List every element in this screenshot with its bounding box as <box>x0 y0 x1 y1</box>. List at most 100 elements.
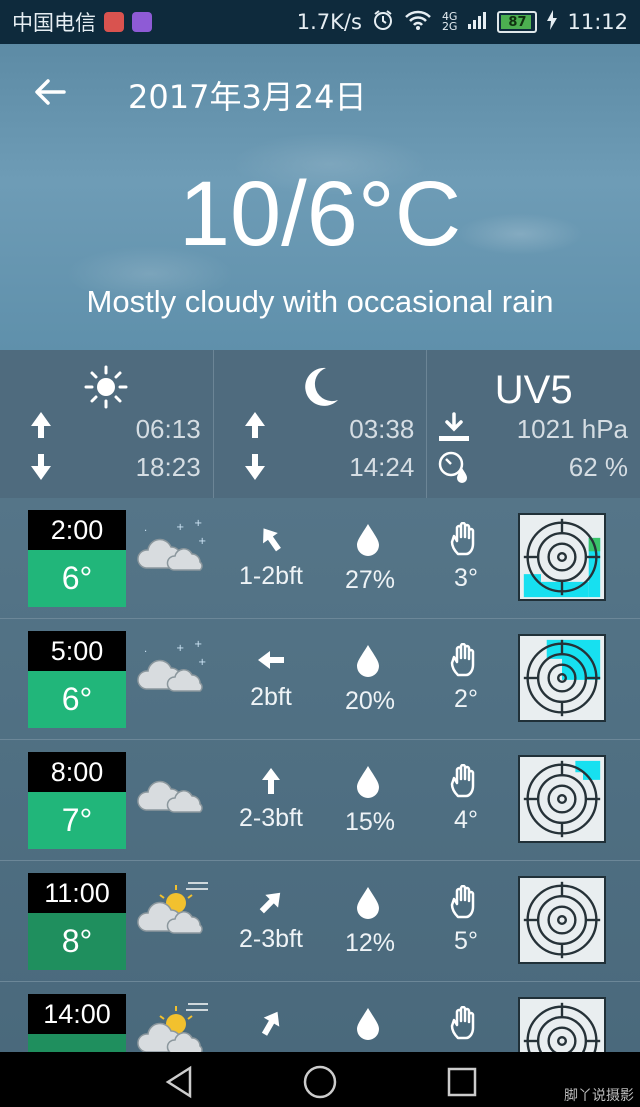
feels-like-temperature: 3° <box>454 564 478 592</box>
gallery-app-icon <box>132 12 152 32</box>
humidity-icon <box>437 450 468 488</box>
clock: 11:12 <box>567 10 628 34</box>
hand-icon <box>450 1005 480 1044</box>
pressure-value: 1021 hPa <box>516 414 629 444</box>
back-button[interactable] <box>32 74 68 110</box>
hour-temperature: 6° <box>28 550 126 607</box>
sun-info: 06:13 18:23 <box>0 350 214 498</box>
svg-text:+: + <box>176 643 184 654</box>
wind-direction-icon <box>256 766 286 796</box>
daily-info-strip: 06:13 18:23 03:38 14:24 UV5 1021 hPa 62 … <box>0 350 640 498</box>
home-nav-button[interactable] <box>300 1062 340 1102</box>
raindrop-icon <box>354 643 382 681</box>
time-badge: 8:00 7° <box>28 752 126 849</box>
moon-info: 03:38 14:24 <box>214 350 428 498</box>
humidity-value: 62 % <box>568 452 629 482</box>
watermark: 脚丫说摄影 <box>564 1088 634 1104</box>
wind-speed: 2bft <box>250 683 292 711</box>
feels-like-temperature: 2° <box>454 685 478 713</box>
hand-icon <box>450 521 480 560</box>
hand-icon <box>450 763 480 802</box>
radar-thumbnail[interactable] <box>518 634 606 722</box>
wind-speed: 2-3bft <box>239 925 303 953</box>
recents-nav-button[interactable] <box>442 1062 482 1102</box>
sunrise-time: 06:13 <box>135 414 201 444</box>
moon-icon <box>300 364 340 414</box>
alarm-icon <box>372 9 394 36</box>
wind-speed: 1-2bft <box>239 562 303 590</box>
precipitation-chance: 15% <box>344 808 396 836</box>
page-title: 2017年3月24日 <box>128 78 367 116</box>
moonset-time: 14:24 <box>349 452 415 482</box>
hour-time: 14:00 <box>28 994 126 1034</box>
hand-icon <box>450 642 480 681</box>
hour-temperature: 7° <box>28 792 126 849</box>
sun-cloud-rain-icon <box>136 1002 212 1052</box>
network-speed: 1.7K/s <box>296 10 362 34</box>
radar-thumbnail[interactable] <box>518 755 606 843</box>
svg-text:+: + <box>194 639 202 650</box>
time-badge: 2:00 6° <box>28 510 126 607</box>
circle-home-icon <box>303 1065 337 1099</box>
moonrise-set-arrows-icon <box>240 410 270 486</box>
precipitation-chance: 20% <box>344 687 396 715</box>
hourly-row[interactable]: 14:00 <box>0 982 640 1052</box>
cloudy-icon <box>136 760 212 822</box>
precipitation-chance: 27% <box>344 566 396 594</box>
navigation-bar: 脚丫说摄影 <box>0 1052 640 1107</box>
svg-text:+: + <box>176 522 184 533</box>
wind-direction-icon <box>256 1008 286 1038</box>
notification-app-icon <box>104 12 124 32</box>
radar-thumbnail[interactable] <box>518 997 606 1052</box>
network-type: 4G 2G <box>441 10 458 33</box>
hour-temperature <box>28 1034 126 1052</box>
hourly-row[interactable]: 11:00 8° 2-3bft 12% 5° <box>0 861 640 982</box>
svg-text:+: + <box>198 657 206 668</box>
uv-info: UV5 1021 hPa 62 % <box>427 350 640 498</box>
radar-thumbnail[interactable] <box>518 876 606 964</box>
cloudy-night-icon: + + + · <box>136 639 212 701</box>
moonrise-time: 03:38 <box>349 414 415 444</box>
svg-text:·: · <box>144 647 147 658</box>
radar-thumbnail[interactable] <box>518 513 606 601</box>
hour-time: 8:00 <box>28 752 126 792</box>
hourly-row[interactable]: 2:00 6° + + + · 1-2bft 27% 3° <box>0 498 640 619</box>
signal-icon <box>467 10 487 35</box>
uv-index: UV5 <box>494 368 573 412</box>
sun-icon <box>83 364 129 414</box>
weather-condition: Mostly cloudy with occasional rain <box>86 284 554 319</box>
hourly-row[interactable]: 5:00 6° + + + · 2bft 20% 2° <box>0 619 640 740</box>
wind-direction-icon <box>256 524 286 554</box>
triangle-back-icon <box>165 1065 192 1099</box>
hand-icon <box>450 884 480 923</box>
square-recents-icon <box>447 1067 477 1097</box>
hourly-row[interactable]: 8:00 7° 2-3bft 15% 4° <box>0 740 640 861</box>
wind-speed: 2-3bft <box>239 804 303 832</box>
svg-text:+: + <box>194 518 202 529</box>
temperature-range: 10/6°C <box>178 163 462 265</box>
battery-indicator: 87 <box>497 11 538 33</box>
raindrop-icon <box>354 764 382 802</box>
raindrop-icon <box>354 1006 382 1044</box>
wind-direction-icon <box>256 645 286 675</box>
svg-text:+: + <box>198 536 206 547</box>
svg-text:·: · <box>144 526 147 537</box>
wind-direction-icon <box>256 887 286 917</box>
raindrop-icon <box>354 885 382 923</box>
cloudy-night-icon: + + + · <box>136 518 212 580</box>
sunset-time: 18:23 <box>135 452 201 482</box>
carrier-name: 中国电信 <box>12 11 96 35</box>
rise-set-arrows-icon <box>26 410 56 486</box>
hour-time: 2:00 <box>28 510 126 550</box>
back-arrow-icon <box>35 79 66 105</box>
time-badge: 14:00 <box>28 994 126 1052</box>
hourly-forecast-list[interactable]: 2:00 6° + + + · 1-2bft 27% 3° 5:00 6° + + + · 2bft 20% 2… <box>0 498 640 1052</box>
back-nav-button[interactable] <box>160 1062 200 1102</box>
hour-temperature: 8° <box>28 913 126 970</box>
time-badge: 5:00 6° <box>28 631 126 728</box>
time-badge: 11:00 8° <box>28 873 126 970</box>
sun-cloud-rain-icon <box>136 881 212 943</box>
hour-time: 5:00 <box>28 631 126 671</box>
hour-time: 11:00 <box>28 873 126 913</box>
weather-header: 2017年3月24日 10/6°C Mostly cloudy with occ… <box>0 44 640 350</box>
